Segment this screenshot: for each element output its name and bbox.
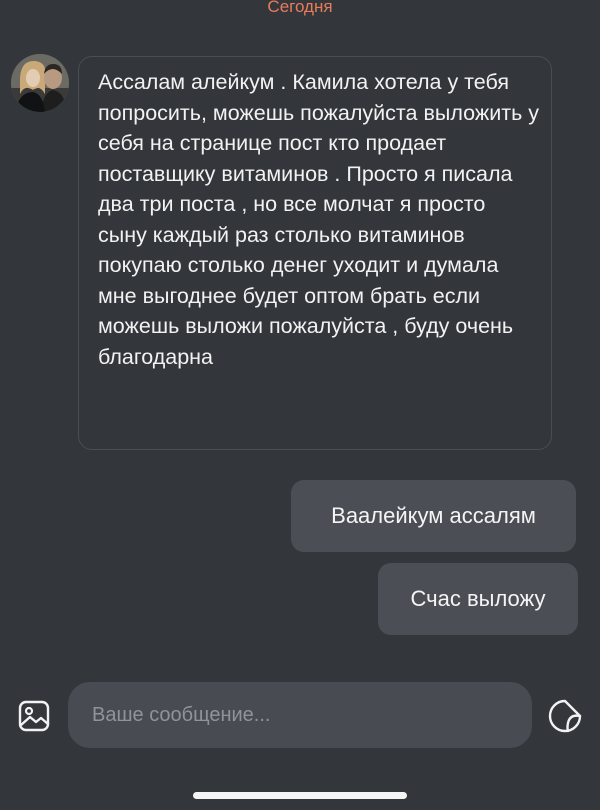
outgoing-message-bubble[interactable]: Ваалейкум ассалям xyxy=(291,480,576,552)
image-gallery-icon xyxy=(18,700,50,732)
incoming-message-bubble[interactable]: Ассалам алейкум . Камила хотела у тебя п… xyxy=(78,56,552,450)
avatar[interactable] xyxy=(11,54,69,112)
outgoing-message-text: Счас выложу xyxy=(410,586,546,611)
date-separator: Сегодня xyxy=(267,0,333,16)
sticker-button[interactable] xyxy=(546,697,584,735)
message-input[interactable]: Ваше сообщение... xyxy=(68,682,532,748)
incoming-message-text: Ассалам алейкум . Камила хотела у тебя п… xyxy=(98,70,540,369)
message-input-placeholder: Ваше сообщение... xyxy=(92,703,271,726)
avatar-photo xyxy=(11,54,69,112)
home-indicator xyxy=(193,792,407,799)
gallery-button[interactable] xyxy=(16,698,52,734)
sticker-icon xyxy=(548,699,582,733)
outgoing-message-text: Ваалейкум ассалям xyxy=(331,503,536,528)
outgoing-message-bubble[interactable]: Счас выложу xyxy=(378,563,578,635)
